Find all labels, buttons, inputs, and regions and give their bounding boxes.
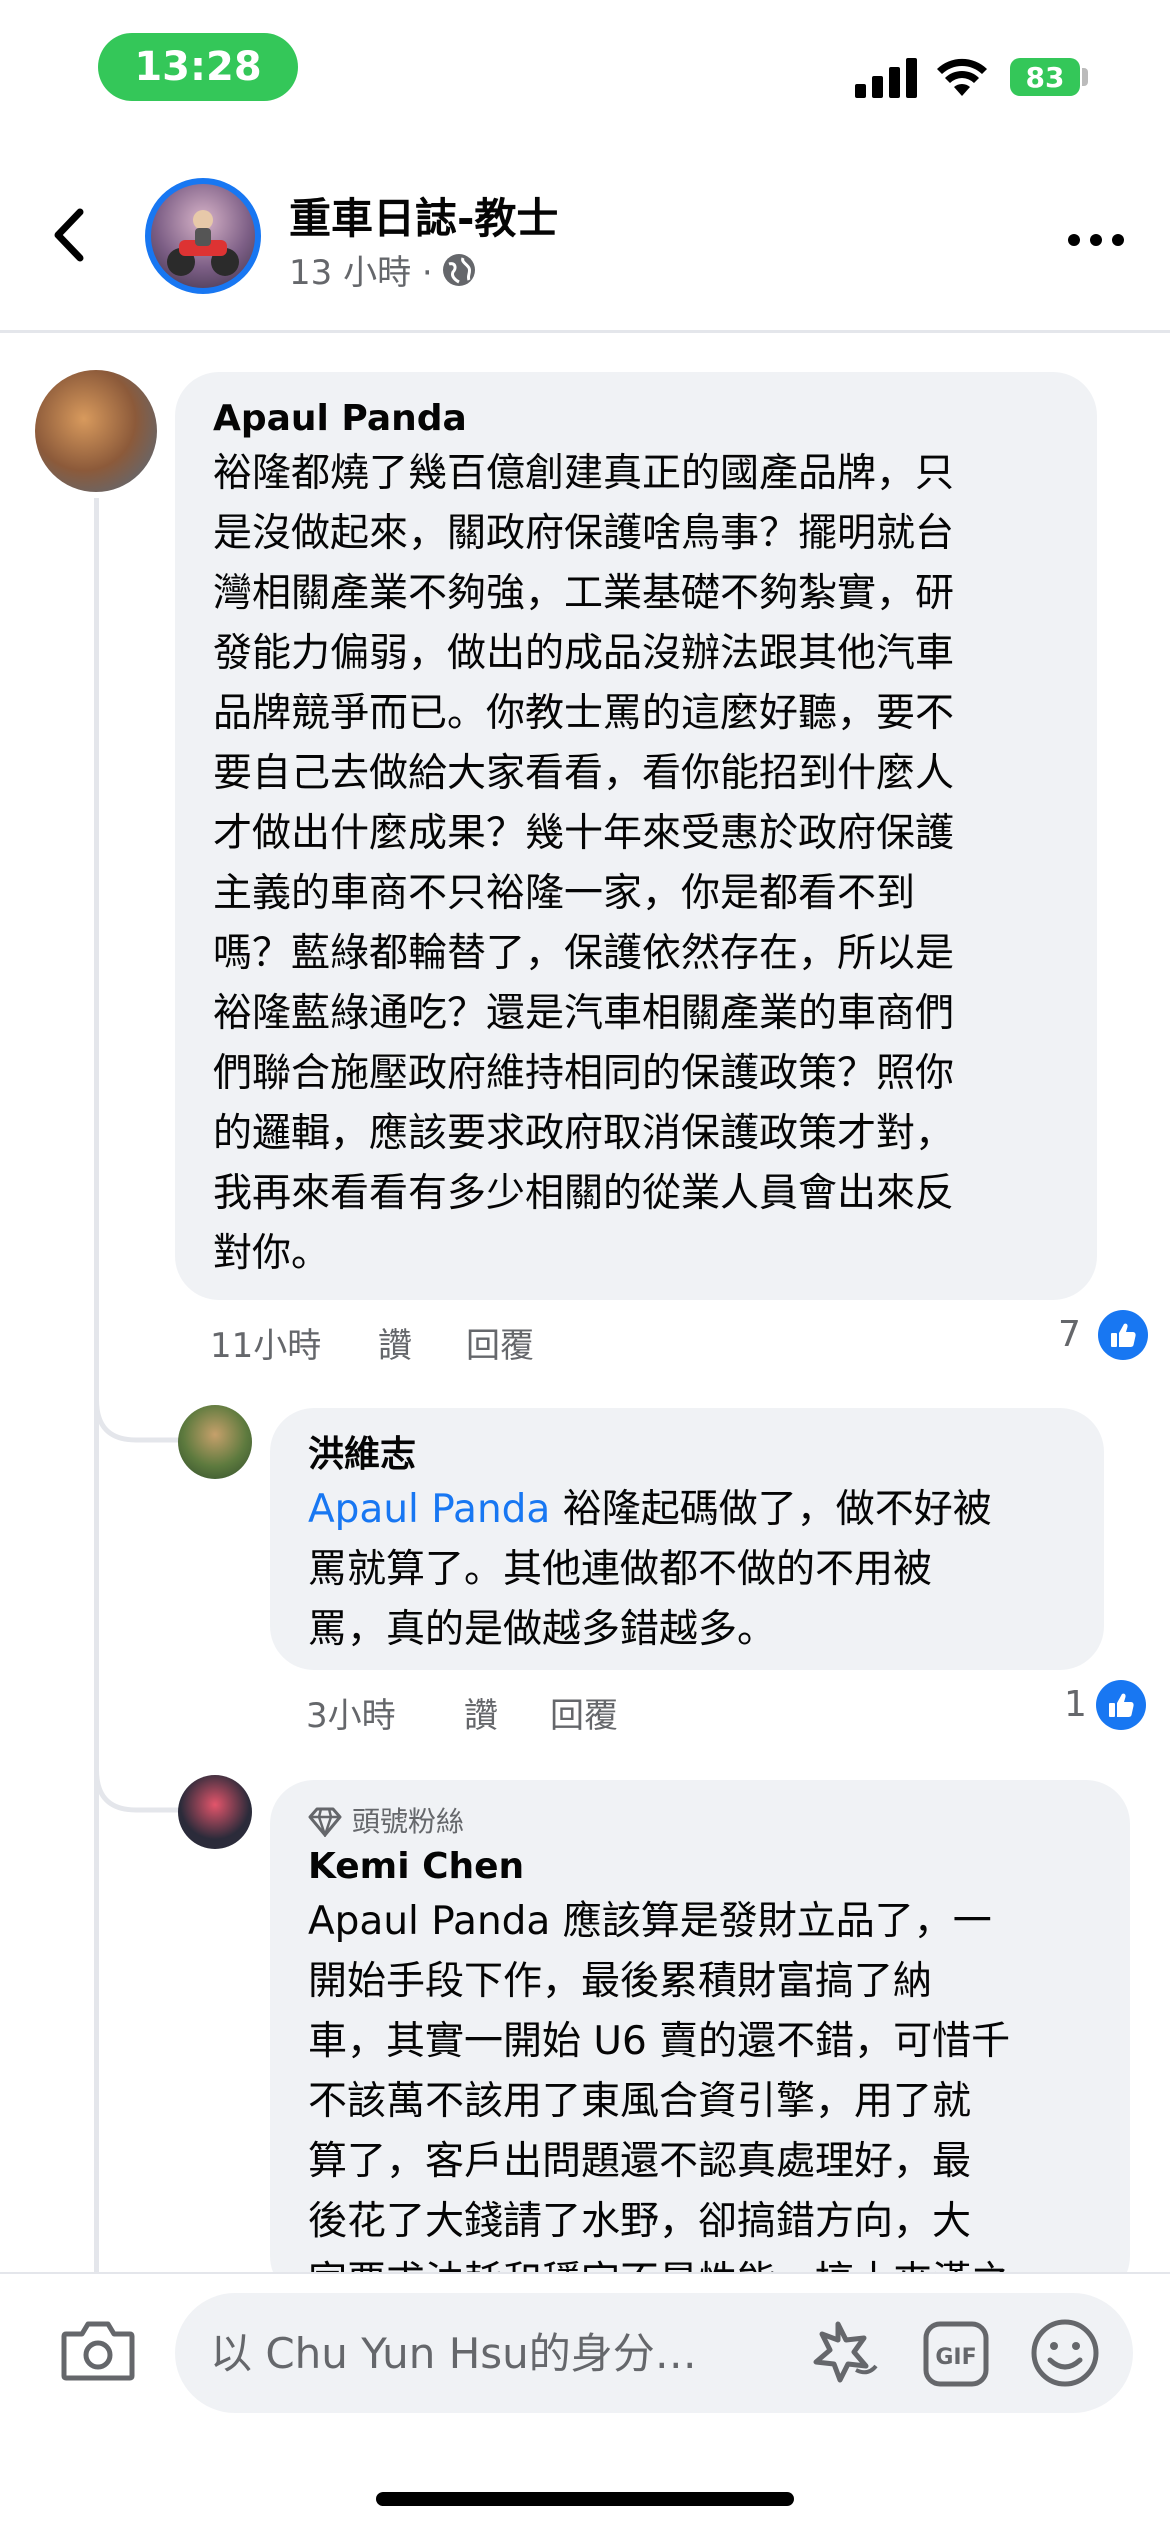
cellular-signal-icon	[855, 58, 917, 98]
avatar[interactable]	[178, 1405, 252, 1479]
avatar[interactable]	[178, 1775, 252, 1849]
gif-icon[interactable]: GIF	[922, 2320, 990, 2388]
comment-line: 們聯合施壓政府維持相同的保護政策？照你	[213, 1051, 955, 1096]
thread-branch	[94, 1730, 184, 1813]
wifi-icon	[937, 58, 987, 96]
avatar[interactable]	[35, 370, 157, 492]
emoji-icon[interactable]	[1030, 2318, 1100, 2388]
comment-line: 品牌競爭而已。你教士罵的這麼好聽，要不	[213, 691, 955, 736]
comment-text: Apaul Panda 裕隆起碼做了，做不好被 罵就算了。其他連做都不做的不用被…	[308, 1480, 1066, 1660]
like-button[interactable]: 讚	[378, 1318, 412, 1367]
battery-indicator: 83	[1010, 58, 1080, 96]
header-divider	[0, 330, 1170, 333]
comment-line: 裕隆藍綠通吃？還是汽車相關產業的車商們	[213, 991, 955, 1036]
comment-line: Apaul Panda 應該算是發財立品了，一	[308, 1899, 992, 1944]
comment-author[interactable]: 洪維志	[308, 1430, 1066, 1480]
page-title[interactable]: 重車日誌-教士	[289, 185, 558, 246]
post-meta: 13 小時 ·	[289, 245, 477, 294]
diamond-icon	[308, 1807, 342, 1837]
thread-branch	[94, 1360, 184, 1443]
comment-line: 發能力偏弱，做出的成品沒辦法跟其他汽車	[213, 631, 955, 676]
comment-line-rest: 裕隆起碼做了，做不好被	[550, 1487, 992, 1532]
mention-link[interactable]: Apaul Panda	[308, 1487, 550, 1532]
reply-button[interactable]: 回覆	[466, 1318, 534, 1367]
page-avatar[interactable]	[145, 178, 261, 294]
comment-line: 開始手段下作，最後累積財富搞了納	[308, 1959, 933, 2004]
comment-text: 裕隆都燒了幾百億創建真正的國產品牌，只 是沒做起來，關政府保護啥鳥事？擺明就台 …	[213, 444, 1059, 1284]
comment-line: 我再來看看有多少相關的從業人員會出來反	[213, 1171, 955, 1216]
camera-icon[interactable]	[60, 2318, 136, 2384]
status-time: 13:28	[98, 33, 298, 101]
comment-bubble: 頭號粉絲 Kemi Chen Apaul Panda 應該算是發財立品了，一 開…	[270, 1780, 1130, 2300]
like-button[interactable]: 讚	[464, 1688, 498, 1737]
more-options-icon[interactable]	[1066, 230, 1126, 250]
comment-line: 不該萬不該用了東風合資引擎，用了就	[308, 2079, 972, 2124]
comment-line: 對你。	[213, 1231, 331, 1276]
post-time: 13 小時 ·	[289, 253, 433, 293]
globe-icon	[442, 253, 475, 286]
sticker-icon[interactable]	[808, 2318, 884, 2388]
back-arrow-icon[interactable]	[44, 200, 94, 270]
comment-line: 的邏輯，應該要求政府取消保護政策才對，	[213, 1111, 955, 1156]
comment-line: 嗎？藍綠都輪替了，保護依然存在，所以是	[213, 931, 955, 976]
reaction-count[interactable]: 1	[1064, 1684, 1087, 1725]
comment-time: 3小時	[306, 1696, 396, 1736]
comment-line: 要自己去做給大家看看，看你能招到什麼人	[213, 751, 955, 796]
comment-line: 後花了大錢請了水野，卻搞錯方向，大	[308, 2199, 972, 2244]
like-reaction-icon[interactable]	[1098, 1310, 1148, 1360]
comment-line: 罵就算了。其他連做都不做的不用被	[308, 1547, 933, 1592]
battery-level: 83	[1025, 60, 1065, 94]
thumbs-up-icon	[1111, 1323, 1136, 1347]
comment-line: 算了，客戶出問題還不認真處理好，最	[308, 2139, 972, 2184]
reaction-count[interactable]: 7	[1058, 1314, 1081, 1355]
thumbs-up-icon	[1109, 1693, 1134, 1717]
comment-line: Apaul Panda 裕隆起碼做了，做不好被	[308, 1480, 1066, 1540]
comment-line: 罵，真的是做越多錯越多。	[308, 1607, 777, 1652]
badge-label: 頭號粉絲	[352, 1805, 465, 1838]
top-fan-badge: 頭號粉絲	[308, 1802, 1092, 1842]
svg-text:GIF: GIF	[935, 2345, 976, 2370]
comment-line: 車，其實一開始 U6 賣的還不錯，可惜千	[308, 2019, 1011, 2064]
comment-bubble: Apaul Panda 裕隆都燒了幾百億創建真正的國產品牌，只 是沒做起來，關政…	[175, 372, 1097, 1300]
comment-line: 主義的車商不只裕隆一家，你是都看不到	[213, 871, 916, 916]
like-reaction-icon[interactable]	[1096, 1680, 1146, 1730]
comment-line: 灣相關產業不夠強，工業基礎不夠紮實，研	[213, 571, 955, 616]
comment-line: 是沒做起來，關政府保護啥鳥事？擺明就台	[213, 511, 955, 556]
comment-input[interactable]	[210, 2320, 770, 2386]
home-indicator	[376, 2492, 794, 2506]
comment-line: 裕隆都燒了幾百億創建真正的國產品牌，只	[213, 451, 955, 496]
comment-author[interactable]: Kemi Chen	[308, 1842, 1092, 1892]
battery-tip	[1082, 68, 1088, 86]
reply-button[interactable]: 回覆	[550, 1688, 618, 1737]
comment-text: Apaul Panda 應該算是發財立品了，一 開始手段下作，最後累積財富搞了納…	[308, 1892, 1092, 2300]
comment-author[interactable]: Apaul Panda	[213, 394, 1059, 444]
comment-time: 11小時	[210, 1326, 322, 1366]
comment-line: 才做出什麼成果？幾十年來受惠於政府保護	[213, 811, 955, 856]
motorcycle-photo-icon	[167, 210, 239, 276]
comment-bubble: 洪維志 Apaul Panda 裕隆起碼做了，做不好被 罵就算了。其他連做都不做…	[270, 1408, 1104, 1670]
